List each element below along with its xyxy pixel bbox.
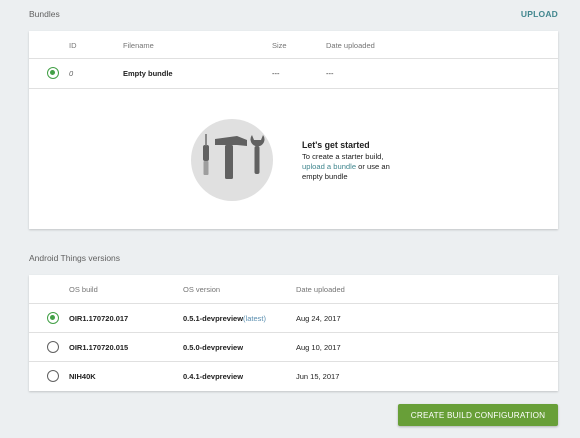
- upload-bundle-link[interactable]: upload a bundle: [302, 162, 356, 171]
- column-header-os-version: OS version: [183, 285, 221, 294]
- column-header-size: Size: [272, 41, 287, 50]
- version-radio[interactable]: [47, 370, 59, 382]
- version-os-build: OIR1.170720.015: [69, 343, 129, 352]
- bundles-section-title: Bundles: [29, 9, 60, 19]
- version-os-version: 0.5.0-devpreview: [183, 343, 244, 352]
- bundle-filename: Empty bundle: [123, 69, 173, 78]
- bundles-table-header: ID Filename Size Date uploaded: [29, 31, 558, 58]
- version-date: Aug 10, 2017: [296, 343, 341, 352]
- column-header-filename: Filename: [123, 41, 154, 50]
- empty-state-title: Let's get started: [302, 140, 370, 150]
- empty-state-line3: empty bundle: [302, 172, 348, 181]
- column-header-date-uploaded: Date uploaded: [296, 285, 345, 294]
- empty-state: Let's get started To create a starter bu…: [29, 89, 558, 229]
- create-build-configuration-button[interactable]: CREATE BUILD CONFIGURATION: [398, 404, 558, 426]
- version-os-version: 0.4.1-devpreview: [183, 372, 244, 381]
- bundle-radio-selected[interactable]: [47, 67, 59, 79]
- bundles-card: ID Filename Size Date uploaded 0 Empty b…: [29, 31, 558, 229]
- version-row[interactable]: NIH40K 0.4.1-devpreview Jun 15, 2017: [29, 362, 558, 390]
- upload-button[interactable]: UPLOAD: [521, 9, 558, 19]
- bundle-row[interactable]: 0 Empty bundle --- ---: [29, 59, 558, 88]
- empty-state-line1: To create a starter build,: [302, 152, 384, 161]
- version-os-build: NIH40K: [69, 372, 96, 381]
- bundle-date: ---: [326, 69, 334, 78]
- column-header-id: ID: [69, 41, 77, 50]
- version-os-build: OIR1.170720.017: [69, 314, 129, 323]
- versions-card: OS build OS version Date uploaded OIR1.1…: [29, 275, 558, 391]
- version-date: Jun 15, 2017: [296, 372, 340, 381]
- bundle-size: ---: [272, 69, 280, 78]
- version-radio-selected[interactable]: [47, 312, 59, 324]
- version-os-version: 0.5.1-devpreview(latest): [183, 314, 266, 323]
- version-radio[interactable]: [47, 341, 59, 353]
- empty-state-line2: or use an: [356, 162, 390, 171]
- bundle-id: 0: [69, 69, 74, 78]
- versions-table-header: OS build OS version Date uploaded: [29, 275, 558, 303]
- tools-icon: [191, 119, 273, 201]
- column-header-os-build: OS build: [69, 285, 98, 294]
- column-header-date-uploaded: Date uploaded: [326, 41, 375, 50]
- empty-state-body: To create a starter build, upload a bund…: [302, 152, 412, 182]
- versions-section-title: Android Things versions: [29, 253, 121, 263]
- version-date: Aug 24, 2017: [296, 314, 341, 323]
- latest-tag: (latest): [243, 314, 266, 323]
- version-row[interactable]: OIR1.170720.015 0.5.0-devpreview Aug 10,…: [29, 333, 558, 361]
- version-number: 0.5.1-devpreview: [183, 314, 244, 323]
- version-row[interactable]: OIR1.170720.017 0.5.1-devpreview(latest)…: [29, 304, 558, 332]
